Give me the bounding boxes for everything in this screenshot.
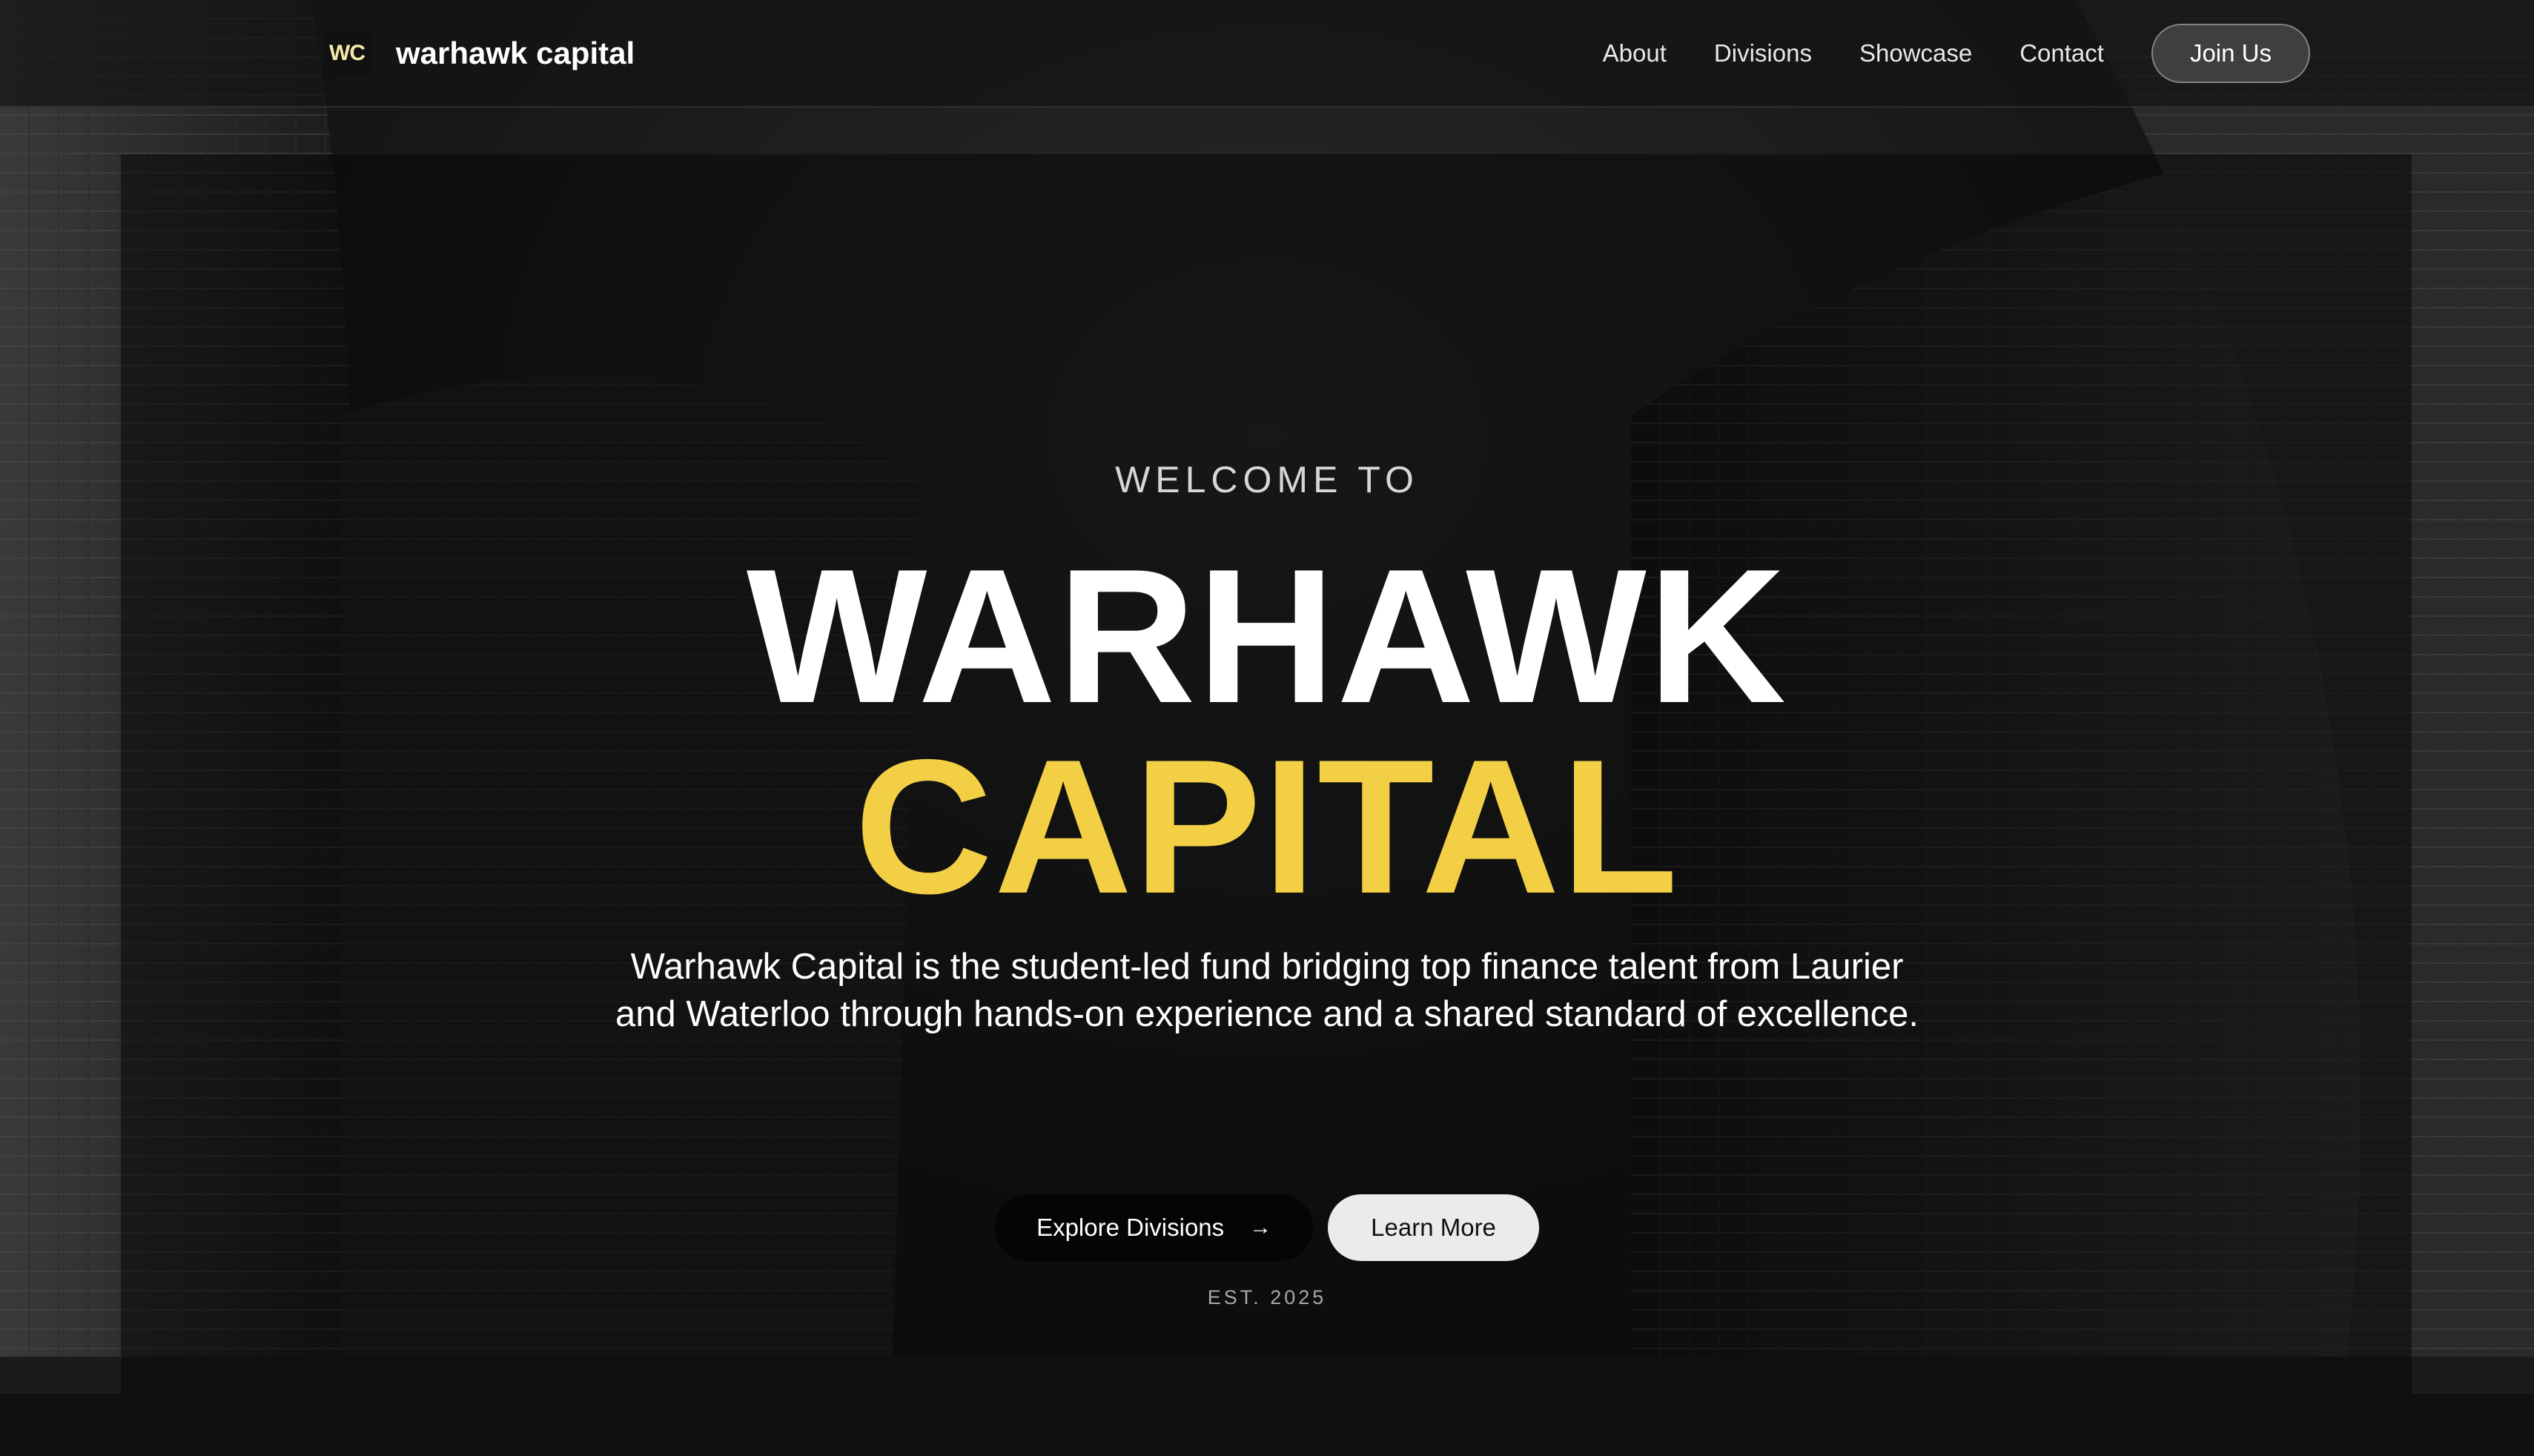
nav-link-contact[interactable]: Contact [2019,39,2104,67]
landing-page: WC warhawk capital About Divisions Showc… [0,0,2534,1456]
established-label: EST. 2025 [1207,1286,1327,1308]
explore-divisions-button[interactable]: Explore Divisions → [995,1194,1314,1261]
hero-title-line-1: WARHAWK [746,529,1788,743]
cta-row: Explore Divisions → Learn More [0,1194,2534,1261]
join-us-button[interactable]: Join Us [2151,24,2310,83]
brand-name[interactable]: warhawk capital [396,36,635,71]
nav-link-about[interactable]: About [1603,39,1667,67]
logo-icon[interactable]: WC [323,30,371,77]
arrow-right-icon: → [1249,1215,1272,1240]
nav-links: About Divisions Showcase Contact Join Us [1555,24,2310,83]
brand[interactable]: WC warhawk capital [323,30,635,77]
hero-section: WELCOME TO WARHAWK CAPITAL Warhawk Capit… [0,0,2534,1456]
nav-link-showcase[interactable]: Showcase [1859,39,1972,67]
hero-description: Warhawk Capital is the student-led fund … [615,947,1919,1034]
nav-link-divisions[interactable]: Divisions [1714,39,1812,67]
explore-divisions-label: Explore Divisions [1036,1214,1225,1241]
hero-title-line-2: CAPITAL [854,719,1680,933]
learn-more-button[interactable]: Learn More [1328,1194,1539,1261]
top-navigation: WC warhawk capital About Divisions Showc… [0,0,2534,107]
welcome-eyebrow: WELCOME TO [1115,459,1419,500]
